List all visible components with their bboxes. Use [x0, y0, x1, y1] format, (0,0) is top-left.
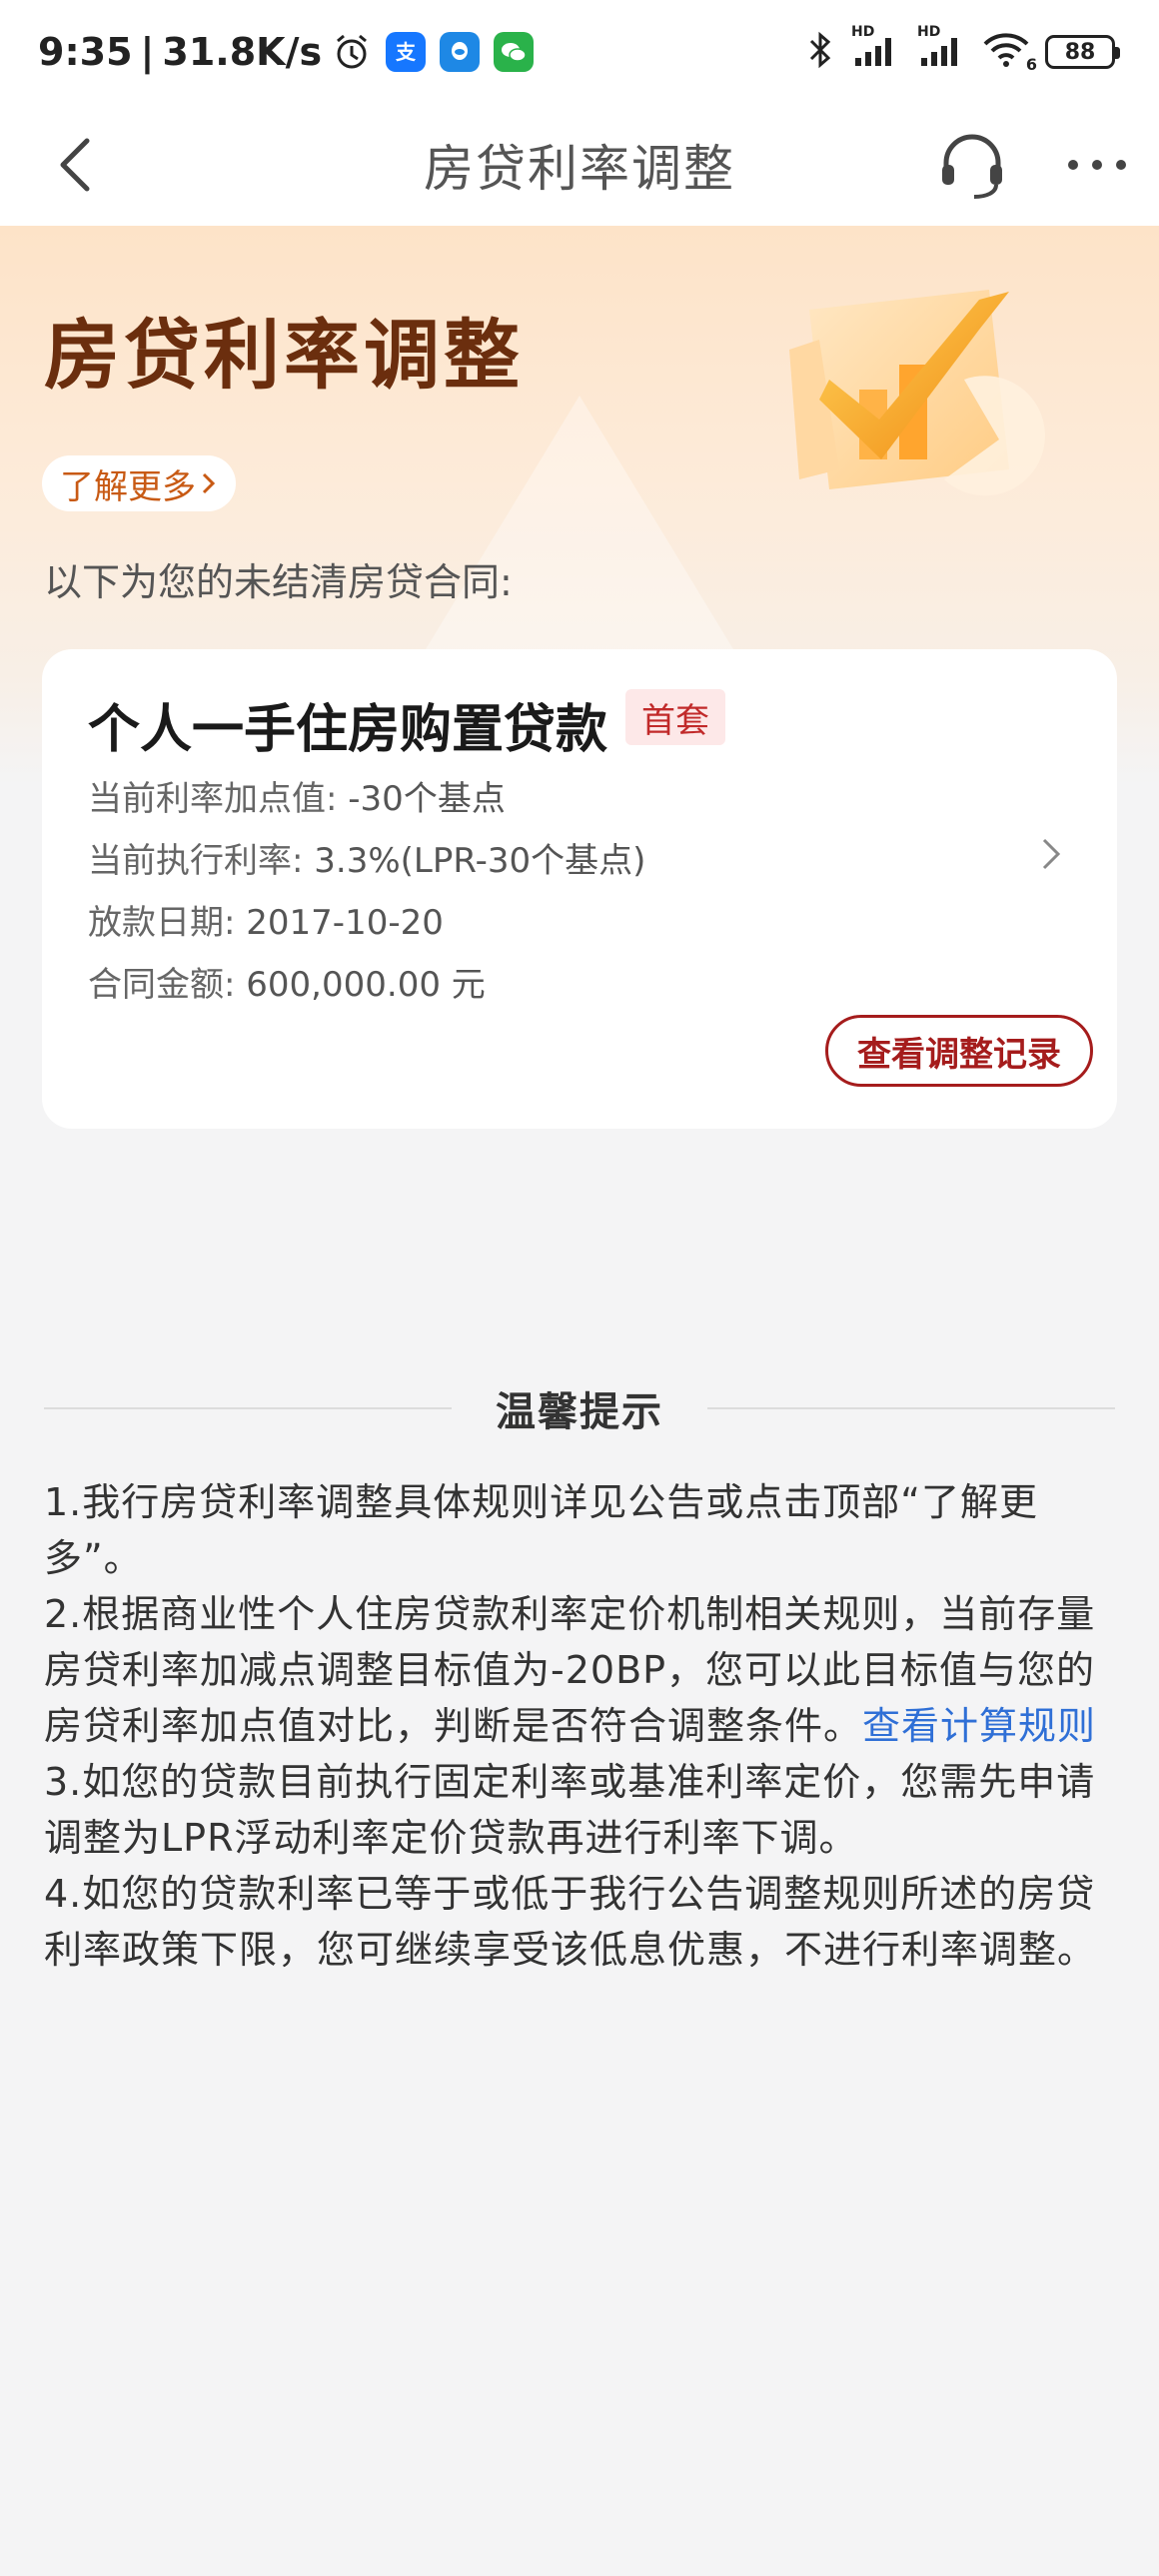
- tip-item: 2.根据商业性个人住房贷款利率定价机制相关规则，当前存量房贷利率加减点调整目标值…: [44, 1586, 1119, 1754]
- tip-item: 4.如您的贷款利率已等于或低于我行公告调整规则所述的房贷利率政策下限，您可继续享…: [44, 1872, 1097, 1972]
- wechat-icon: [494, 32, 535, 72]
- alipay-icon: 支: [386, 32, 427, 72]
- wifi-6-label: 6: [1025, 55, 1037, 74]
- alarm-icon: [332, 32, 372, 72]
- loan-row-value: 3.3%(LPR-30个基点): [314, 841, 646, 881]
- page-title: 房贷利率调整: [424, 140, 735, 198]
- loan-row-contract-amount: 合同金额: 600,000.00 元: [88, 957, 486, 1006]
- tip-item: 3.如您的贷款目前执行固定利率或基准利率定价，您需先申请调整为LPR浮动利率定价…: [44, 1760, 1096, 1860]
- more-dots-icon: [1068, 160, 1126, 170]
- status-bar: 9:35 | 31.8K/s 支 HD HD 6 88: [0, 0, 1159, 104]
- loan-row-value: 600,000.00 元: [246, 965, 486, 1005]
- divider: [44, 1407, 452, 1409]
- bluetooth-icon: [805, 30, 835, 74]
- view-calc-rules-link[interactable]: 查看计算规则: [862, 1704, 1096, 1748]
- signal-icon-2: HD: [915, 24, 967, 74]
- customer-service-button[interactable]: [929, 122, 1015, 208]
- chevron-right-icon: [1042, 838, 1061, 870]
- status-net-speed: 31.8K/s: [162, 30, 323, 74]
- back-button[interactable]: [40, 130, 110, 200]
- loan-contract-card[interactable]: 个人一手住房购置贷款 首套 当前利率加点值: -30个基点 当前执行利率: 3.…: [42, 649, 1117, 1129]
- learn-more-label: 了解更多: [60, 466, 196, 507]
- loan-row-label: 合同金额:: [88, 965, 236, 1005]
- signal-hd-label: HD: [851, 24, 875, 40]
- loan-row-value: 2017-10-20: [246, 903, 444, 943]
- card-detail-arrow[interactable]: [1031, 829, 1071, 879]
- nav-bar: 房贷利率调整: [0, 104, 1159, 226]
- headset-icon: [942, 134, 1002, 199]
- chevron-left-icon: [60, 138, 90, 192]
- loan-name: 个人一手住房购置贷款: [88, 700, 608, 760]
- learn-more-button[interactable]: 了解更多: [42, 455, 236, 511]
- hero-title: 房贷利率调整: [44, 311, 524, 400]
- tips-title: 温馨提示: [496, 1389, 663, 1435]
- loan-row-label: 当前执行利率:: [88, 841, 304, 881]
- contracts-subtitle: 以下为您的未结清房贷合同:: [44, 560, 513, 604]
- first-home-badge: 首套: [625, 689, 725, 745]
- status-separator: |: [140, 30, 155, 74]
- view-adjustment-record-button[interactable]: 查看调整记录: [825, 1015, 1093, 1087]
- tips-header: 温馨提示: [44, 1378, 1115, 1438]
- loan-row-current-rate: 当前执行利率: 3.3%(LPR-30个基点): [88, 833, 645, 882]
- more-button[interactable]: [1059, 132, 1135, 198]
- loan-row-spread: 当前利率加点值: -30个基点: [88, 771, 506, 820]
- loan-row-label: 放款日期:: [88, 903, 236, 943]
- status-time: 9:35: [38, 30, 133, 74]
- tips-body: 1.我行房贷利率调整具体规则详见公告或点击顶部“了解更多”。 2.根据商业性个人…: [44, 1474, 1119, 1978]
- loan-row-value: -30个基点: [348, 779, 506, 819]
- status-right: HD HD 6 88: [805, 24, 1120, 74]
- loan-row-disbursement-date: 放款日期: 2017-10-20: [88, 895, 444, 944]
- wifi-icon: 6: [981, 30, 1037, 74]
- signal-hd-label-2: HD: [917, 24, 941, 40]
- divider: [707, 1407, 1115, 1409]
- rate-down-illustration-icon: [789, 290, 1046, 496]
- status-left: 9:35 | 31.8K/s 支: [38, 30, 535, 74]
- chevron-right-icon: [202, 472, 216, 494]
- loan-row-label: 当前利率加点值:: [88, 779, 338, 819]
- svg-text:支: 支: [396, 40, 417, 64]
- signal-icon: HD: [849, 24, 901, 74]
- qq-icon: [440, 32, 481, 72]
- tip-item: 1.我行房贷利率调整具体规则详见公告或点击顶部“了解更多”。: [44, 1480, 1038, 1580]
- battery-icon: 88: [1045, 35, 1120, 69]
